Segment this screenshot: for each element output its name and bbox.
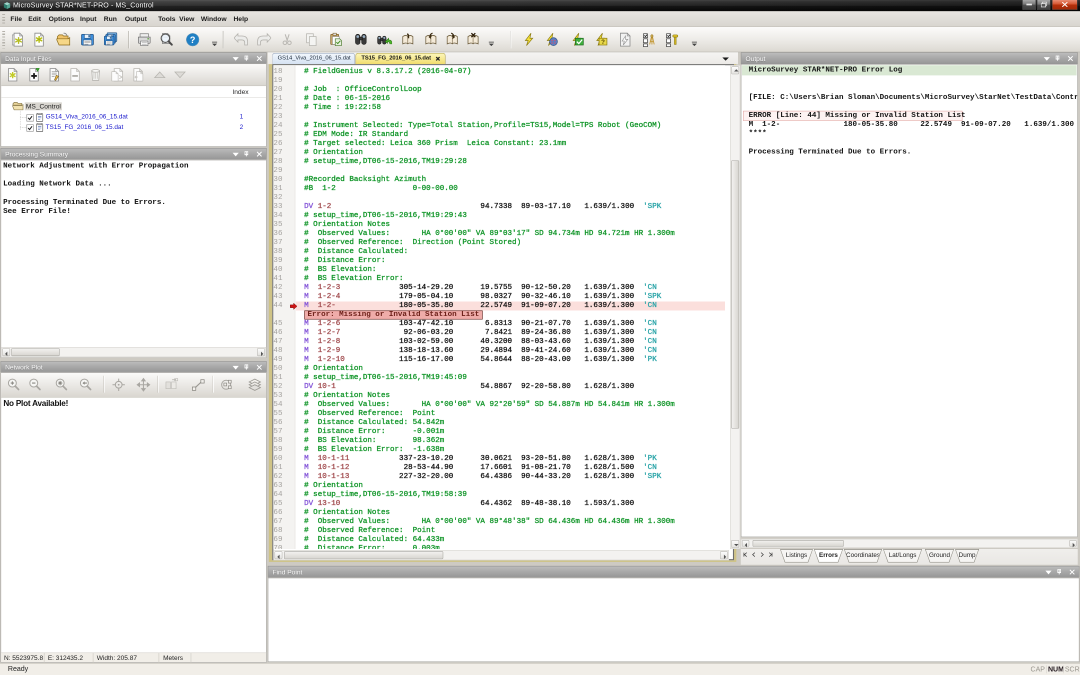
svg-text:?: ? xyxy=(190,35,196,45)
svg-text:?: ? xyxy=(601,39,605,46)
